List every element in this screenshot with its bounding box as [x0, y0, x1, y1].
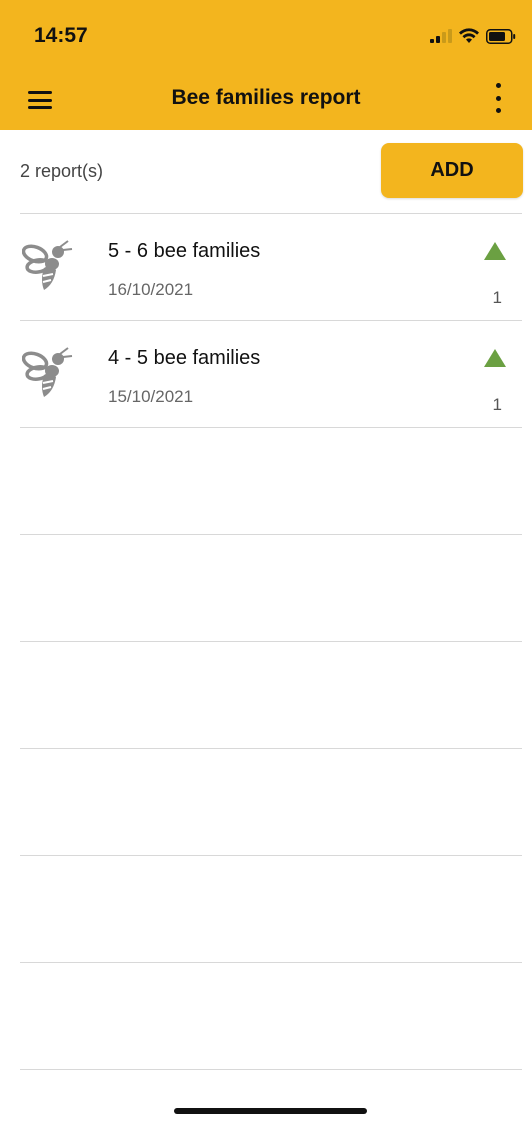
- battery-icon: [486, 28, 516, 44]
- header: Bee families report: [0, 74, 532, 130]
- empty-row: [20, 641, 522, 748]
- trend-up-icon: [484, 349, 506, 367]
- home-indicator: [174, 1108, 367, 1114]
- trend-up-icon: [484, 242, 506, 260]
- report-count: 2 report(s): [20, 161, 104, 181]
- page-title: Bee families report: [171, 86, 361, 109]
- report-title: 5 - 6 bee families: [108, 240, 261, 262]
- status-time: 14:57: [34, 24, 88, 47]
- empty-row: [20, 855, 522, 962]
- report-count-value: 1: [492, 288, 502, 307]
- empty-row: [20, 962, 522, 1069]
- status-bar: 14:57: [0, 0, 532, 74]
- wifi-icon: [459, 28, 479, 43]
- bee-icon: [22, 240, 73, 290]
- report-row[interactable]: 4 - 5 bee families 15/10/2021 1: [20, 320, 522, 427]
- report-date: 15/10/2021: [108, 387, 194, 406]
- status-icons: [430, 26, 516, 46]
- empty-row: [20, 534, 522, 641]
- report-title: 4 - 5 bee families: [108, 347, 261, 369]
- signal-icon: [430, 29, 452, 43]
- app-screen: 14:57 Bee families report 2 report(s) AD…: [0, 0, 532, 1147]
- report-row[interactable]: 5 - 6 bee families 16/10/2021 1: [20, 213, 522, 320]
- report-date: 16/10/2021: [108, 280, 194, 299]
- more-vertical-icon[interactable]: [492, 83, 504, 113]
- bee-icon: [22, 347, 73, 397]
- empty-row: [20, 748, 522, 855]
- list-divider: [20, 1069, 522, 1070]
- report-count-value: 1: [492, 395, 502, 414]
- empty-row: [20, 427, 522, 534]
- add-report-button[interactable]: ADD: [381, 143, 523, 198]
- app-bar: 14:57 Bee families report: [0, 0, 532, 130]
- report-list: 5 - 6 bee families 16/10/2021 1 4 - 5 be…: [20, 213, 522, 1070]
